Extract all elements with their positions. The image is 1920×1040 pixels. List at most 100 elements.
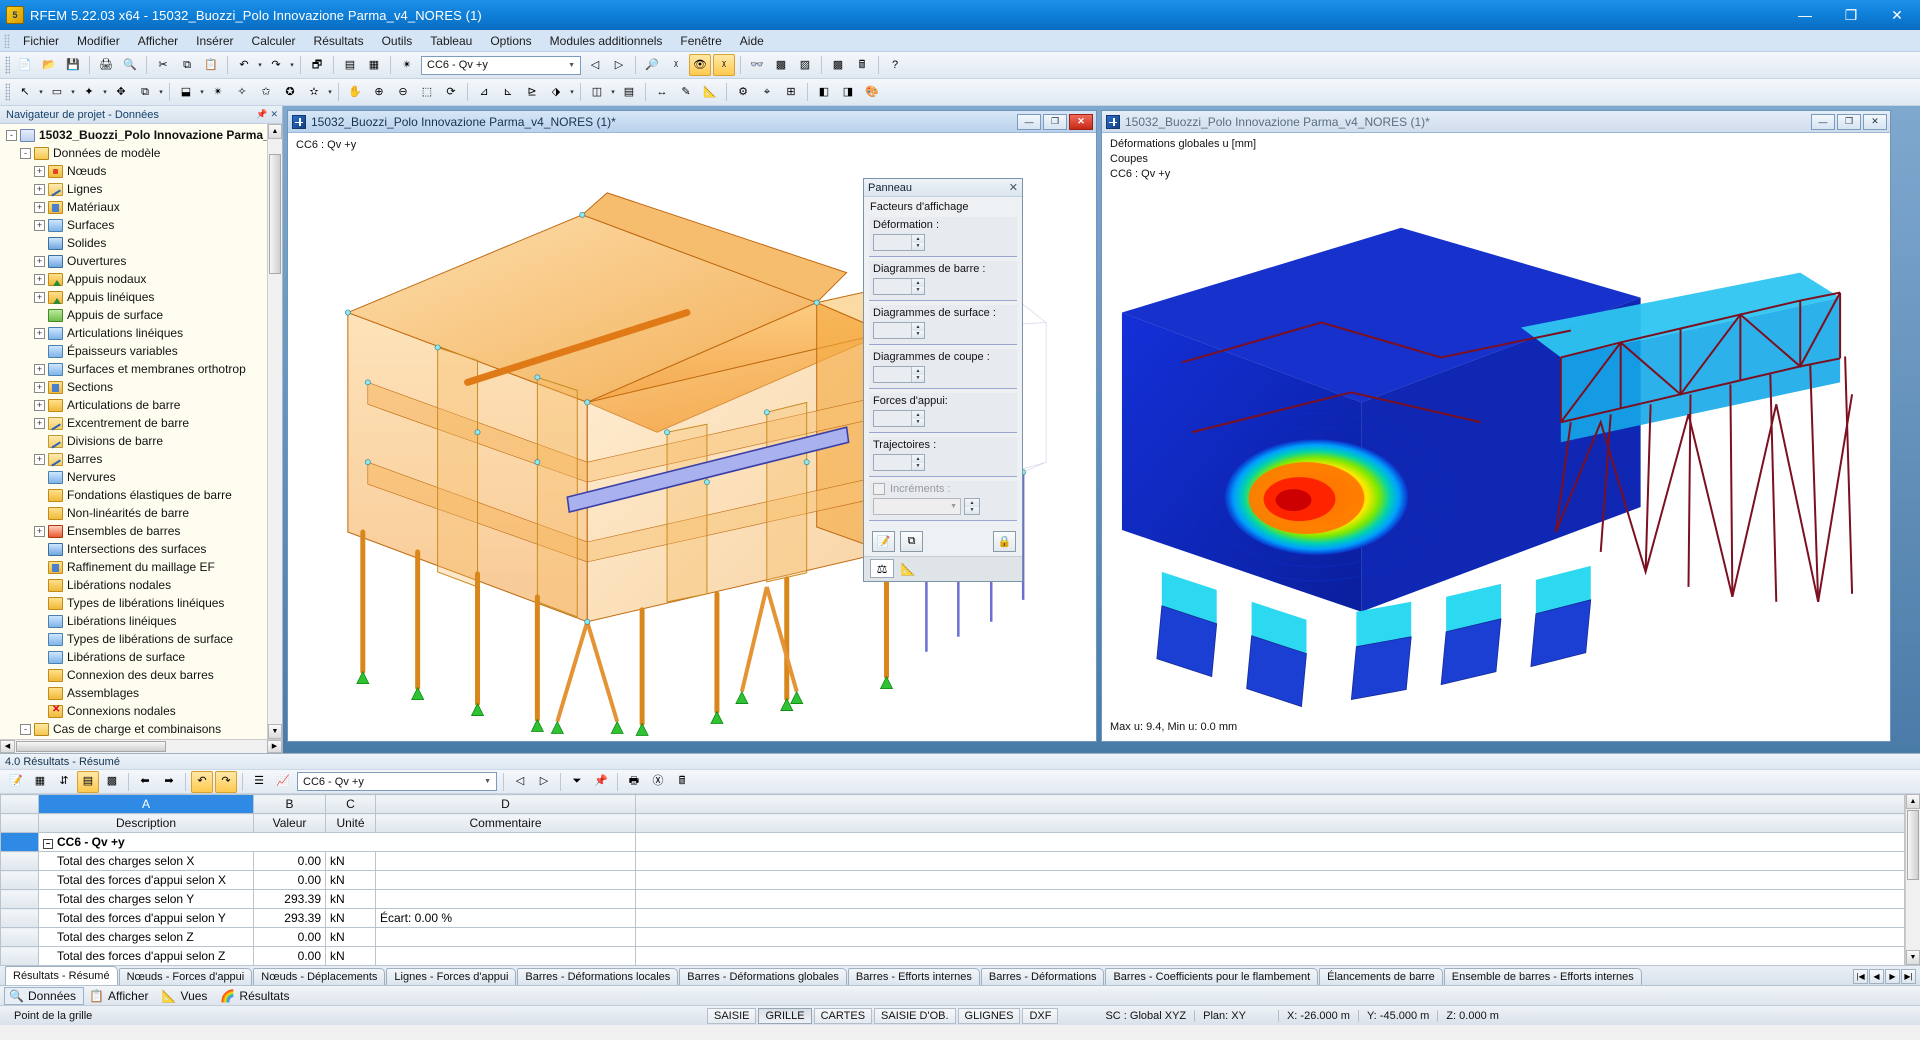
- tree-item-appuis-nodaux[interactable]: + Appuis nodaux: [0, 270, 267, 288]
- tree-expand-icon[interactable]: +: [34, 363, 45, 375]
- row-header[interactable]: [0, 908, 39, 928]
- move-icon[interactable]: ✥: [110, 81, 132, 103]
- tree-item-ouvertures[interactable]: + Ouvertures: [0, 252, 267, 270]
- tab-barres-deformations-locales[interactable]: Barres - Déformations locales: [517, 968, 679, 985]
- tree-item-barres[interactable]: + Barres: [0, 450, 267, 468]
- mdi-results-close[interactable]: ✕: [1863, 113, 1887, 130]
- new-surface-icon[interactable]: ✩: [255, 81, 277, 103]
- table-row[interactable]: Total des charges selon Z 0.00 kN: [0, 927, 1905, 947]
- table-delete-icon[interactable]: ▩: [101, 771, 123, 793]
- spin-down-icon[interactable]: ▼: [912, 374, 924, 382]
- visibility-icon[interactable]: ◫: [586, 81, 608, 103]
- cell-description[interactable]: Total des forces d'appui selon X: [38, 870, 254, 890]
- table-scroll-down-icon[interactable]: ▼: [1906, 950, 1920, 965]
- render-icon[interactable]: 📐: [896, 559, 920, 578]
- statusbar-tab-resultats[interactable]: 🌈 Résultats: [215, 987, 297, 1005]
- tree-item-connexion-des-deux-barres[interactable]: Connexion des deux barres: [0, 666, 267, 684]
- visibility-dropdown-icon[interactable]: ▾: [609, 81, 617, 103]
- table-row[interactable]: Total des charges selon X 0.00 kN: [0, 851, 1905, 871]
- view-dropdown-icon[interactable]: ▾: [568, 81, 576, 103]
- increments-checkbox[interactable]: [873, 483, 885, 495]
- results-grid[interactable]: A B C D Description Valeur Unité Comment…: [0, 794, 1920, 965]
- maximize-button[interactable]: ❐: [1828, 0, 1874, 30]
- spin-down-icon[interactable]: ▼: [912, 242, 924, 250]
- menu-item-modifier[interactable]: Modifier: [68, 31, 129, 51]
- tab-lignes-forces-appui[interactable]: Lignes - Forces d'appui: [386, 968, 517, 985]
- cell-unite[interactable]: kN: [325, 946, 376, 965]
- toggle-saisie-dob[interactable]: SAISIE D'OB.: [874, 1007, 956, 1024]
- display-factors-panel[interactable]: Panneau ✕ Facteurs d'affichage Déformati…: [863, 178, 1023, 582]
- zoom-in-icon[interactable]: ⊕: [368, 81, 390, 103]
- extrude-dropdown-icon[interactable]: ▾: [198, 81, 206, 103]
- cell-commentaire[interactable]: [375, 927, 636, 947]
- tree-item-types-de-lib-rations-de-surface[interactable]: Types de libérations de surface: [0, 630, 267, 648]
- table-scroll-thumb[interactable]: [1907, 810, 1919, 880]
- tree-item-lib-rations-lin-iques[interactable]: Libérations linéiques: [0, 612, 267, 630]
- spin-up-icon[interactable]: ▲: [912, 323, 924, 331]
- column-id-b[interactable]: B: [253, 794, 326, 814]
- tree-expand-icon[interactable]: +: [34, 255, 45, 267]
- table-load-case-combo[interactable]: CC6 - Qv +y ▼: [297, 772, 497, 791]
- select-dropdown-icon[interactable]: ▾: [37, 81, 45, 103]
- menu-item-inserer[interactable]: Insérer: [187, 31, 242, 51]
- table-columns-icon[interactable]: ▤: [77, 770, 99, 793]
- spin-up-icon[interactable]: ▲: [912, 411, 924, 419]
- tree-item-solides[interactable]: Solides: [0, 234, 267, 252]
- tree-expand-icon[interactable]: +: [34, 453, 45, 465]
- increments-checkbox-row[interactable]: Incréments :: [873, 483, 1013, 495]
- cell-description[interactable]: Total des charges selon Z: [38, 927, 254, 947]
- load-case-combo[interactable]: CC6 - Qv +y ▼: [421, 55, 581, 75]
- save-file-icon[interactable]: 💾: [62, 54, 84, 76]
- tree-item-lib-rations-nodales[interactable]: Libérations nodales: [0, 576, 267, 594]
- cell-unite[interactable]: kN: [325, 889, 376, 909]
- mdi-model-minimize[interactable]: —: [1017, 113, 1041, 130]
- help-icon[interactable]: ?: [884, 54, 906, 76]
- tree-expand-icon[interactable]: +: [34, 525, 45, 537]
- collapse-icon[interactable]: −: [43, 839, 53, 849]
- grid-view-icon[interactable]: ▦: [363, 54, 385, 76]
- spin-down-icon[interactable]: ▼: [912, 286, 924, 294]
- previous-load-case-icon[interactable]: ◁: [584, 54, 606, 76]
- table-row[interactable]: Total des forces d'appui selon Y 293.39 kN…: [0, 908, 1905, 928]
- new-load-icon[interactable]: ✫: [303, 81, 325, 103]
- lock-icon[interactable]: 🔒: [993, 531, 1016, 552]
- statusbar-tab-donnees[interactable]: 🔍 Données: [4, 986, 85, 1005]
- tree-expand-icon[interactable]: +: [34, 291, 45, 303]
- tree-item-non-lin-arit-s-de-barre[interactable]: Non-linéarités de barre: [0, 504, 267, 522]
- tree-item-cas-de-charge-et-combinaisons[interactable]: - Cas de charge et combinaisons: [0, 720, 267, 738]
- zoom-results-icon[interactable]: 🔎: [641, 54, 663, 76]
- spin-down-icon[interactable]: ▼: [965, 506, 979, 514]
- hscroll-right-arrow-icon[interactable]: ▶: [267, 740, 282, 753]
- glasses-icon[interactable]: 👓: [746, 54, 768, 76]
- table-calculator-icon[interactable]: 🖩: [671, 771, 693, 793]
- extrude-icon[interactable]: ⬓: [175, 81, 197, 103]
- select-rect-icon[interactable]: ▭: [46, 81, 68, 103]
- tree-item-appuis-de-surface[interactable]: Appuis de surface: [0, 306, 267, 324]
- factor-spinner-deformation[interactable]: ▲ ▼: [873, 234, 925, 251]
- spin-up-icon[interactable]: ▲: [965, 499, 979, 507]
- tree-item-surfaces-et-membranes-orthotrop[interactable]: + Surfaces et membranes orthotrop: [0, 360, 267, 378]
- menu-item-fenetre[interactable]: Fenêtre: [671, 31, 730, 51]
- tree-collapse-icon[interactable]: -: [6, 129, 17, 141]
- view-z-icon[interactable]: ⊵: [521, 81, 543, 103]
- table-edit-icon[interactable]: 📝: [5, 771, 27, 793]
- table-row[interactable]: Total des forces d'appui selon Z 0.00 kN: [0, 946, 1905, 965]
- column-id-d[interactable]: D: [375, 794, 636, 814]
- menu-item-fichier[interactable]: Fichier: [14, 31, 68, 51]
- render-mode-icon[interactable]: ▩: [770, 54, 792, 76]
- tree-expand-icon[interactable]: +: [34, 399, 45, 411]
- annotate-icon[interactable]: ✎: [675, 81, 697, 103]
- new-window-icon[interactable]: 🗗: [306, 54, 328, 76]
- tree-item-donn-es-de-mod-le[interactable]: - Données de modèle: [0, 144, 267, 162]
- snap-icon[interactable]: ⌖: [756, 81, 778, 103]
- palette-icon[interactable]: 🎨: [861, 81, 883, 103]
- table-pin-icon[interactable]: 📌: [590, 771, 612, 793]
- cell-unite[interactable]: kN: [325, 908, 376, 928]
- zoom-all-icon[interactable]: ⬚: [416, 81, 438, 103]
- factor-spinner-surface-diagrams[interactable]: ▲ ▼: [873, 322, 925, 339]
- factor-input-section-diagrams[interactable]: [874, 367, 911, 382]
- tree-expand-icon[interactable]: +: [34, 201, 45, 213]
- tree-item-articulations-de-barre[interactable]: + Articulations de barre: [0, 396, 267, 414]
- select-node-icon[interactable]: ✦: [78, 81, 100, 103]
- redo-icon[interactable]: ↷: [265, 54, 287, 76]
